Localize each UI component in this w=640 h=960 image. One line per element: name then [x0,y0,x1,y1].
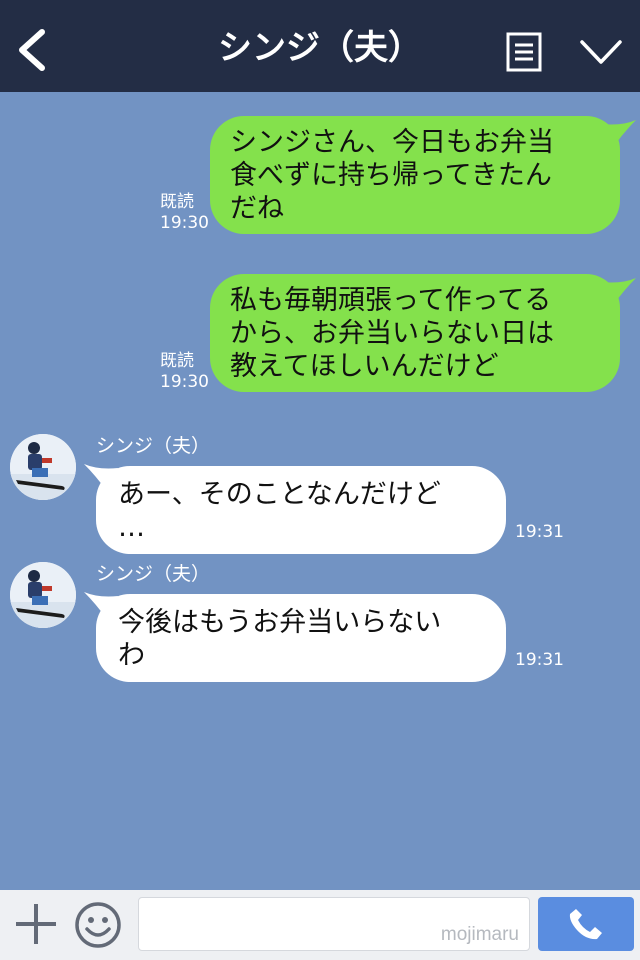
message-line: から、お弁当いらない日は [230,318,554,349]
outgoing-message-bubble[interactable]: シンジさん、今日もお弁当 食べずに持ち帰ってきたん だね [210,116,620,234]
message-input[interactable]: mojimaru [138,897,530,951]
sender-name: シンジ（夫） [96,435,211,457]
read-status: 既読 [160,351,194,371]
phone-icon [569,909,602,940]
message-line: だね [230,193,284,224]
message-time: 19:31 [515,522,564,542]
back-icon[interactable] [14,28,50,72]
incoming-message-bubble[interactable]: あー、そのことなんだけど … [96,466,506,554]
chat-header: シンジ（夫） [0,0,640,92]
watermark-text: mojimaru [440,924,519,945]
message-line: 食べずに持ち帰ってきたん [230,160,552,191]
message-time: 19:31 [515,650,564,670]
outgoing-message-bubble[interactable]: 私も毎朝頑張って作ってる から、お弁当いらない日は 教えてほしいんだけど [210,274,620,392]
emoji-icon[interactable] [74,901,122,949]
chat-title: シンジ（夫） [218,28,422,68]
snowboarder-avatar-icon [10,434,76,500]
menu-icon[interactable] [506,32,542,72]
plus-icon[interactable] [14,902,58,946]
message-time: 19:30 [160,372,209,392]
avatar[interactable] [10,434,76,500]
message-line: あー、そのことなんだけど [118,479,441,510]
call-button[interactable] [538,897,634,951]
message-line: 今後はもうお弁当いらない [118,607,442,638]
message-line: … [118,512,145,543]
message-line: 私も毎朝頑張って作ってる [230,285,552,316]
avatar[interactable] [10,562,76,628]
read-status: 既読 [160,192,194,212]
chat-area[interactable]: シンジさん、今日もお弁当 食べずに持ち帰ってきたん だね 既読 19:30 私も… [0,92,640,890]
bubble-tail [602,278,636,304]
message-line: シンジさん、今日もお弁当 [230,127,554,158]
input-bar: mojimaru [0,890,640,960]
message-line: 教えてほしいんだけど [230,351,499,382]
bubble-tail [602,120,636,146]
sender-name: シンジ（夫） [96,563,211,585]
snowboarder-avatar-icon [10,562,76,628]
chevron-down-icon[interactable] [578,36,624,68]
message-time: 19:30 [160,213,209,233]
incoming-message-bubble[interactable]: 今後はもうお弁当いらない わ [96,594,506,682]
message-line: わ [118,640,145,671]
